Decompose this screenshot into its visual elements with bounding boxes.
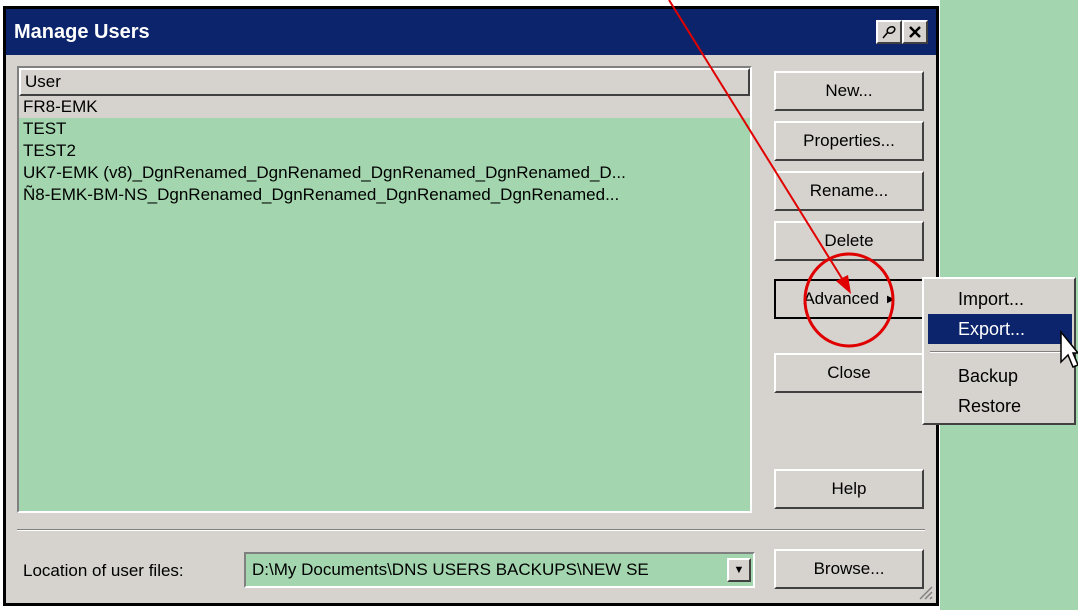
advanced-context-menu: Import... Export... Backup Restore bbox=[922, 277, 1076, 425]
title-bar: Manage Users bbox=[6, 9, 936, 55]
location-combo[interactable]: D:\My Documents\DNS USERS BACKUPS\NEW SE… bbox=[244, 552, 755, 588]
list-item[interactable]: TEST2 bbox=[19, 140, 750, 162]
dialog-title: Manage Users bbox=[14, 20, 150, 43]
browse-button[interactable]: Browse... bbox=[774, 549, 924, 589]
list-item[interactable]: Ñ8-EMK-BM-NS_DgnRenamed_DgnRenamed_DgnRe… bbox=[19, 184, 750, 206]
pin-icon bbox=[882, 25, 896, 39]
location-dropdown-button[interactable]: ▼ bbox=[727, 558, 751, 582]
close-window-button[interactable] bbox=[902, 20, 928, 44]
delete-button[interactable]: Delete bbox=[774, 221, 924, 261]
menu-item-import[interactable]: Import... bbox=[928, 284, 1072, 314]
menu-separator bbox=[930, 351, 1068, 353]
column-header-user[interactable]: User bbox=[19, 68, 750, 96]
menu-item-restore[interactable]: Restore bbox=[928, 391, 1072, 421]
close-button[interactable]: Close bbox=[774, 353, 924, 393]
list-item[interactable]: UK7-EMK (v8)_DgnRenamed_DgnRenamed_DgnRe… bbox=[19, 162, 750, 184]
manage-users-dialog: Manage Users User FR8-EMK TEST TEST2 UK7… bbox=[3, 6, 939, 606]
properties-button[interactable]: Properties... bbox=[774, 121, 924, 161]
separator bbox=[17, 529, 925, 531]
resize-grip-icon[interactable] bbox=[916, 583, 934, 601]
menu-item-export[interactable]: Export... bbox=[928, 314, 1072, 344]
new-button[interactable]: New... bbox=[774, 71, 924, 111]
location-label: Location of user files: bbox=[23, 561, 184, 580]
rename-button[interactable]: Rename... bbox=[774, 171, 924, 211]
advanced-button[interactable]: Advanced ▶ bbox=[774, 279, 924, 319]
close-icon bbox=[909, 26, 921, 38]
chevron-down-icon: ▼ bbox=[733, 564, 745, 576]
user-list[interactable]: User FR8-EMK TEST TEST2 UK7-EMK (v8)_Dgn… bbox=[17, 66, 752, 513]
menu-item-backup[interactable]: Backup bbox=[928, 361, 1072, 391]
advanced-label: Advanced bbox=[803, 289, 879, 308]
location-value: D:\My Documents\DNS USERS BACKUPS\NEW SE bbox=[252, 560, 649, 579]
list-item[interactable]: TEST bbox=[19, 118, 750, 140]
chevron-right-icon: ▶ bbox=[886, 293, 895, 305]
list-item[interactable]: FR8-EMK bbox=[19, 96, 750, 118]
pin-button[interactable] bbox=[876, 20, 902, 44]
help-button[interactable]: Help bbox=[774, 469, 924, 509]
